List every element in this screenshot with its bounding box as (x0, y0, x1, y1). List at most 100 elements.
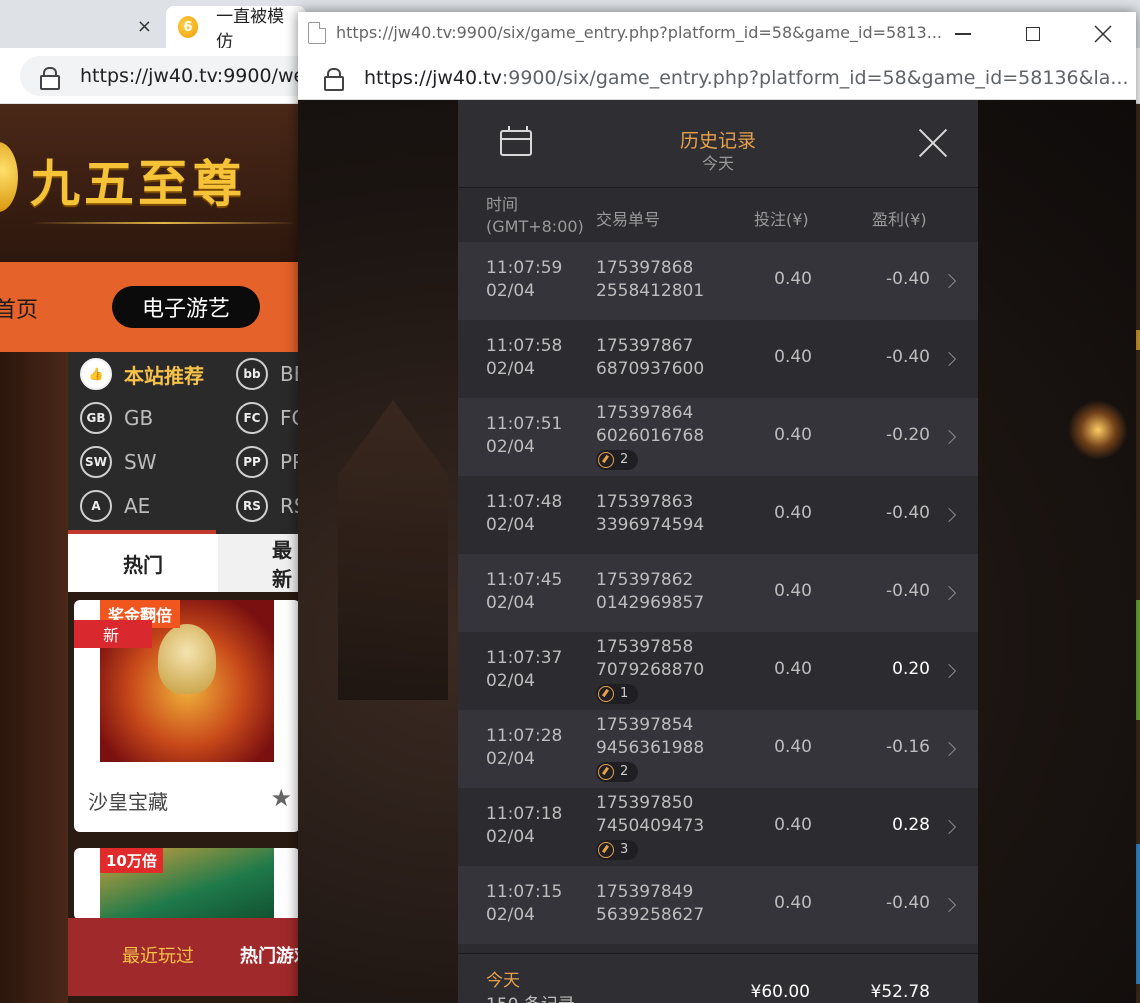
lamp-glow (1068, 400, 1128, 460)
chevron-right-icon[interactable] (941, 351, 957, 367)
provider-gb[interactable]: GB GB (80, 402, 153, 434)
nav-home[interactable]: 首页 (0, 292, 38, 324)
chevron-right-icon[interactable] (941, 663, 957, 679)
maximize-icon (1026, 27, 1040, 41)
chevron-right-icon[interactable] (941, 585, 957, 601)
background-tab-2[interactable]: 6 一直被模仿 (166, 6, 306, 52)
lock-icon[interactable] (40, 66, 60, 90)
game-card-tsar-treasure[interactable]: 奖金翻倍 新 沙皇宝藏 ★ (74, 600, 300, 832)
popup-address-bar[interactable]: https://jw40.tv:9900/six/game_entry.php?… (298, 56, 1136, 100)
tab-close-icon[interactable]: × (137, 16, 152, 37)
popup-title-bar[interactable]: https://jw40.tv:9900/six/game_entry.php?… (298, 12, 1136, 56)
history-row[interactable]: 11:07:58 02/04 175397867 6870937600 0.40 -0.4… (458, 320, 978, 398)
column-time: 时间 (GMT+8:00) (486, 194, 584, 238)
popup-window: https://jw40.tv:9900/six/game_entry.php?… (298, 12, 1136, 1003)
history-row[interactable]: 11:07:18 02/04 175397850 7450409473 3 0.40 0.2… (458, 788, 978, 866)
free-spin-icon (598, 452, 614, 468)
free-spin-icon (598, 764, 614, 780)
column-transaction: 交易单号 (596, 210, 661, 229)
thumbs-up-icon: 👍 (80, 358, 112, 390)
provider-label: 本站推荐 (124, 363, 204, 388)
tab-favicon-icon: 6 (178, 16, 199, 38)
row-txn-part1: 175397854 (596, 715, 694, 735)
provider-label: GB (124, 406, 154, 430)
site-logo[interactable]: 九五至尊 (30, 144, 246, 216)
window-close-button[interactable] (1086, 18, 1120, 50)
maximize-button[interactable] (1016, 18, 1050, 50)
provider-pp[interactable]: PP PP (236, 446, 304, 478)
page-icon (308, 22, 326, 44)
chevron-right-icon[interactable] (941, 429, 957, 445)
favorite-star-icon[interactable]: ★ (270, 784, 292, 812)
chevron-right-icon[interactable] (941, 507, 957, 523)
history-title: 历史记录 (679, 130, 756, 152)
popup-url-host: https://jw40.tv (364, 66, 502, 89)
minimize-button[interactable] (946, 18, 980, 50)
left-rail (0, 352, 68, 1003)
bb-logo-icon: bb (236, 358, 268, 390)
tab-hot[interactable]: 热门 (68, 534, 218, 592)
history-row[interactable]: 11:07:37 02/04 175397858 7079268870 1 0.40 0.2… (458, 632, 978, 710)
history-row[interactable]: 11:07:28 02/04 175397854 9456361988 2 0.40 -0.… (458, 710, 978, 788)
column-bet: 投注(¥) (754, 210, 809, 229)
game-card-2[interactable]: 10万倍 (74, 848, 300, 920)
provider-bb[interactable]: bb BB (236, 358, 307, 390)
history-row[interactable]: 11:07:48 02/04 175397863 3396974594 0.40 -0.4… (458, 476, 978, 554)
row-profit: -0.40 (886, 581, 930, 601)
bottom-bar: 最近玩过 热门游戏 (68, 918, 300, 996)
hot-games-button[interactable]: 热门游戏 (240, 942, 300, 968)
history-row[interactable]: 11:07:15 02/04 175397849 5639258627 0.40 -0.4… (458, 866, 978, 944)
close-icon[interactable] (918, 128, 948, 158)
popup-url-rest: :9900/six/game_entry.php?platform_id=58&… (501, 66, 1129, 89)
chevron-right-icon[interactable] (941, 819, 957, 835)
chevron-right-icon[interactable] (941, 741, 957, 757)
provider-ae[interactable]: A AE (80, 490, 150, 522)
history-row[interactable]: 11:07:59 02/04 175397868 2558412801 0.40 -0.4… (458, 242, 978, 320)
history-column-header: 时间 (GMT+8:00) 交易单号 投注(¥) 盈利(¥) (458, 188, 978, 242)
provider-label: SW (124, 450, 157, 474)
background-url-text: https://jw40.tv:9900/we (80, 65, 306, 87)
logo-coin-icon (0, 142, 18, 212)
free-spin-badge: 1 (596, 684, 639, 704)
popup-title-text: https://jw40.tv:9900/six/game_entry.php?… (336, 23, 942, 42)
column-time-zone: (GMT+8:00) (486, 217, 584, 236)
tab-title: 一直被模仿 (216, 7, 285, 52)
history-row[interactable]: 11:07:51 02/04 175397864 6026016768 2 0.40 -0.… (458, 398, 978, 476)
minimize-icon (955, 33, 971, 35)
free-spin-count: 2 (620, 452, 629, 467)
chevron-right-icon[interactable] (941, 897, 957, 913)
category-tabs: 热门 最新 (68, 534, 300, 592)
new-badge: 新 (74, 620, 152, 648)
row-txn-part1: 175397864 (596, 403, 694, 423)
nav-electronic-games[interactable]: 电子游艺 (112, 286, 260, 328)
provider-sw[interactable]: SW SW (80, 446, 156, 478)
row-profit: -0.40 (886, 269, 930, 289)
history-row[interactable]: 11:07:45 02/04 175397862 0142969857 0.40 -0.4… (458, 554, 978, 632)
history-subtitle: 今天 (701, 154, 734, 173)
column-time-label: 时间 (486, 195, 519, 214)
house-silhouette (338, 400, 448, 700)
footer-profit-total: ¥52.78 (870, 982, 930, 1002)
free-spin-badge: 2 (596, 762, 639, 782)
provider-fc[interactable]: FC FC (236, 402, 305, 434)
provider-recommended[interactable]: 👍 本站推荐 (80, 358, 204, 390)
free-spin-count: 1 (620, 686, 629, 701)
chevron-right-icon[interactable] (941, 273, 957, 289)
recently-played-button[interactable]: 最近玩过 (122, 942, 194, 968)
history-panel: 历史记录 今天 时间 (GMT+8:00) 交易单号 投注(¥) 盈利(¥) 1… (458, 100, 978, 1003)
site-header: 九五至尊 (0, 104, 300, 262)
tab-newest[interactable]: 最新 (218, 534, 300, 592)
game-background: 历史记录 今天 时间 (GMT+8:00) 交易单号 投注(¥) 盈利(¥) 1… (298, 100, 1136, 1003)
row-profit: -0.40 (886, 503, 930, 523)
lock-icon[interactable] (324, 68, 344, 91)
row-profit: -0.20 (886, 425, 930, 445)
history-header: 历史记录 今天 (458, 100, 978, 188)
provider-rs[interactable]: RS RS (236, 490, 307, 522)
rs-logo-icon: RS (236, 490, 268, 522)
multiplier-badge: 10万倍 (100, 848, 163, 873)
row-txn-part1: 175397858 (596, 637, 694, 657)
row-profit: -0.40 (886, 347, 930, 367)
column-profit: 盈利(¥) (872, 210, 927, 229)
row-profit: -0.40 (886, 893, 930, 913)
background-tab-1[interactable]: × (0, 6, 166, 48)
